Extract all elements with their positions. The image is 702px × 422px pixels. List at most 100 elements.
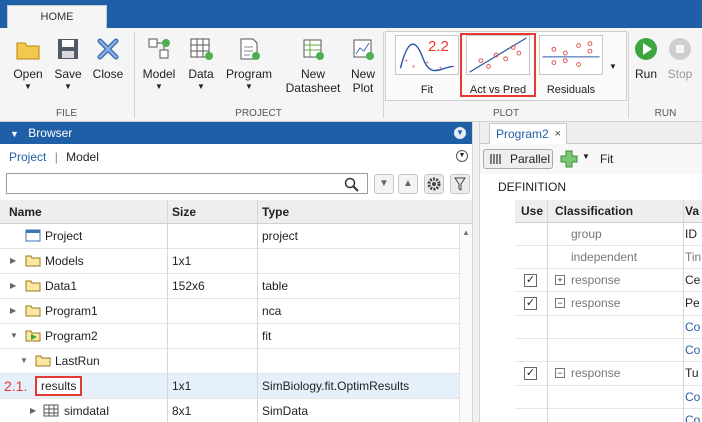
folder-icon bbox=[16, 42, 40, 60]
new-datasheet-label-2: Datasheet bbox=[285, 81, 341, 95]
browser-scrollbar[interactable]: ▲ bbox=[459, 224, 472, 422]
act-vs-pred-plot-item[interactable]: Act vs Pred bbox=[460, 33, 536, 97]
definition-row-independent[interactable]: independent Tin bbox=[515, 246, 702, 269]
use-checkbox[interactable]: ✓ bbox=[524, 297, 537, 310]
tab-program2[interactable]: Program2 × bbox=[489, 123, 567, 144]
fit-plot-thumbnail: + + + + bbox=[395, 35, 459, 75]
settings-button[interactable] bbox=[424, 174, 444, 194]
gallery-more-button[interactable]: ▼ bbox=[605, 37, 621, 71]
program-button[interactable]: Program ▼ bbox=[224, 36, 274, 91]
row-name: Models bbox=[45, 254, 84, 268]
expand-arrow-icon[interactable]: ▶ bbox=[30, 399, 36, 422]
svg-text:+: + bbox=[412, 63, 416, 70]
row-name: simdataI bbox=[64, 404, 110, 418]
search-up-button[interactable]: ▲ bbox=[398, 174, 418, 194]
save-icon bbox=[58, 39, 78, 59]
collapse-arrow-icon[interactable]: ▼ bbox=[10, 324, 18, 348]
run-button[interactable]: Run bbox=[631, 36, 661, 81]
column-divider bbox=[257, 200, 258, 422]
add-step-button[interactable]: ▼ bbox=[560, 150, 596, 170]
tree-row-simdata[interactable]: ▶ simdataI 8x1 SimData bbox=[0, 399, 472, 422]
collapse-minus-icon[interactable]: − bbox=[555, 368, 565, 378]
use-checkbox[interactable]: ✓ bbox=[524, 367, 537, 380]
row-size: 1x1 bbox=[172, 254, 192, 268]
data-label: Data bbox=[188, 67, 214, 81]
stop-button[interactable]: Stop bbox=[664, 36, 696, 81]
fit-plot-item[interactable]: + + + + Fit bbox=[389, 35, 465, 99]
definition-row-response-3[interactable]: ✓ − response Tu bbox=[515, 362, 702, 386]
browser-tree-table: Name Size Type Project project ▶ Models … bbox=[0, 200, 472, 422]
use-checkbox[interactable]: ✓ bbox=[524, 274, 537, 287]
classification-column-header[interactable]: Classification bbox=[555, 200, 633, 222]
add-dropdown-icon[interactable]: ▼ bbox=[582, 152, 590, 161]
definition-row-response-2[interactable]: ✓ − response Pe bbox=[515, 292, 702, 316]
search-icon[interactable] bbox=[344, 177, 359, 192]
definition-row-response-1[interactable]: ✓ + response Ce bbox=[515, 269, 702, 292]
close-tab-icon[interactable]: × bbox=[555, 124, 561, 144]
column-divider bbox=[547, 200, 548, 422]
view-model-link[interactable]: Model bbox=[66, 150, 99, 164]
tree-row-program1[interactable]: ▶ Program1 nca bbox=[0, 299, 472, 324]
model-button[interactable]: Model ▼ bbox=[139, 36, 179, 91]
data-dropdown-icon[interactable]: ▼ bbox=[183, 83, 219, 91]
save-dropdown-icon[interactable]: ▼ bbox=[50, 83, 86, 91]
row-value: Co bbox=[685, 320, 701, 334]
expand-arrow-icon[interactable]: ▶ bbox=[10, 249, 16, 273]
view-menu-icon[interactable]: ▼ bbox=[456, 150, 468, 162]
definition-row-group[interactable]: group ID bbox=[515, 223, 702, 246]
view-project-link[interactable]: Project bbox=[9, 150, 46, 164]
definition-subrow[interactable]: Co bbox=[515, 386, 702, 409]
residuals-label: Residuals bbox=[546, 84, 596, 96]
tree-row-lastrun[interactable]: ▼ LastRun bbox=[0, 349, 472, 374]
new-plot-button[interactable]: New Plot bbox=[344, 36, 382, 95]
expand-arrow-icon[interactable]: ▶ bbox=[10, 274, 16, 298]
collapse-arrow-icon[interactable]: ▼ bbox=[20, 349, 28, 373]
row-name: Program2 bbox=[45, 329, 98, 343]
name-column-header[interactable]: Name bbox=[9, 200, 42, 223]
expand-plus-icon[interactable]: + bbox=[555, 275, 565, 285]
tree-row-data1[interactable]: ▶ Data1 152x6 table bbox=[0, 274, 472, 299]
close-button[interactable]: Close bbox=[88, 36, 128, 81]
use-column-header[interactable]: Use bbox=[521, 200, 543, 222]
type-column-header[interactable]: Type bbox=[262, 200, 289, 223]
residuals-plot-item[interactable]: Residuals bbox=[533, 35, 609, 99]
tab-home[interactable]: HOME bbox=[7, 5, 107, 29]
tree-row-results[interactable]: 2.1. results 1x1 SimBiology.fit.OptimRes… bbox=[0, 374, 472, 399]
model-dropdown-icon[interactable]: ▼ bbox=[139, 83, 179, 91]
tree-row-models[interactable]: ▶ Models 1x1 bbox=[0, 249, 472, 274]
tree-row-project[interactable]: Project project bbox=[0, 224, 472, 249]
row-classification: response bbox=[571, 366, 621, 380]
fit-step-label: Fit bbox=[600, 152, 614, 166]
browser-search-row: ▼ ▲ bbox=[0, 170, 472, 198]
save-button[interactable]: Save ▼ bbox=[50, 36, 86, 91]
program-dropdown-icon[interactable]: ▼ bbox=[224, 83, 274, 91]
new-datasheet-button[interactable]: New Datasheet bbox=[284, 36, 342, 95]
definition-subrow[interactable]: Co bbox=[515, 339, 702, 362]
data-button[interactable]: Data ▼ bbox=[183, 36, 219, 91]
browser-options-icon[interactable]: ▼ bbox=[454, 127, 466, 139]
open-button[interactable]: Open ▼ bbox=[8, 36, 48, 91]
parallel-toggle-button[interactable]: Parallel bbox=[483, 149, 553, 169]
open-dropdown-icon[interactable]: ▼ bbox=[8, 83, 48, 91]
gallery-expand-icon[interactable]: ▼ bbox=[605, 63, 621, 71]
row-classification: group bbox=[571, 227, 602, 241]
definition-subrow[interactable]: Co bbox=[515, 409, 702, 422]
definition-table-header: Use Classification Va bbox=[515, 200, 702, 223]
search-down-button[interactable]: ▼ bbox=[374, 174, 394, 194]
definition-section-label: DEFINITION bbox=[498, 180, 566, 194]
value-column-header[interactable]: Va bbox=[685, 200, 699, 222]
filter-button[interactable] bbox=[450, 174, 470, 194]
scroll-up-icon[interactable]: ▲ bbox=[462, 228, 470, 237]
row-size: 152x6 bbox=[172, 279, 205, 293]
collapse-arrow-icon[interactable]: ▼ bbox=[10, 129, 19, 139]
definition-subrow[interactable]: Co bbox=[515, 316, 702, 339]
size-column-header[interactable]: Size bbox=[172, 200, 196, 223]
expand-arrow-icon[interactable]: ▶ bbox=[10, 299, 16, 323]
column-divider bbox=[167, 200, 168, 422]
pane-splitter[interactable] bbox=[472, 122, 480, 422]
folder-icon bbox=[25, 280, 41, 292]
collapse-minus-icon[interactable]: − bbox=[555, 298, 565, 308]
browser-search-input[interactable] bbox=[6, 173, 368, 194]
folder-icon bbox=[35, 355, 51, 367]
tree-row-program2[interactable]: ▼ Program2 fit bbox=[0, 324, 472, 349]
